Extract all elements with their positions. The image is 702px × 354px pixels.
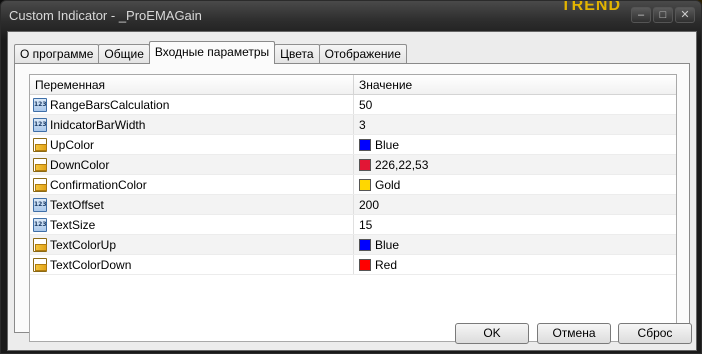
color-swatch (359, 258, 371, 271)
tab-visualization[interactable]: Отображение (318, 44, 407, 64)
window-title: Custom Indicator - _ProEMAGain (9, 8, 202, 23)
param-value: 200 (359, 197, 380, 212)
param-row-textoffset[interactable]: TextOffset 200 (30, 195, 676, 215)
param-value: Blue (375, 137, 400, 152)
grid-header: Переменная Значение (30, 75, 676, 95)
window-controls: – □ ✕ (631, 7, 695, 23)
ok-button[interactable]: OK (455, 323, 529, 344)
param-row-textcolordown[interactable]: TextColorDown Red (30, 255, 676, 275)
param-name-cell: ConfirmationColor (30, 175, 354, 194)
dialog-window: Custom Indicator - _ProEMAGain TREND – □… (0, 0, 702, 354)
minimize-button[interactable]: – (631, 7, 651, 23)
param-value-cell[interactable]: 50 (354, 95, 676, 114)
param-name-cell: InidcatorBarWidth (30, 115, 354, 134)
param-value-cell[interactable]: 15 (354, 215, 676, 234)
int-param-icon (33, 217, 47, 232)
title-bar[interactable]: Custom Indicator - _ProEMAGain TREND – □… (1, 1, 701, 31)
int-param-icon (33, 197, 47, 212)
color-swatch (359, 158, 371, 171)
param-value: Blue (375, 237, 400, 252)
param-name-cell: TextOffset (30, 195, 354, 214)
color-param-icon (33, 137, 47, 152)
color-swatch (359, 178, 371, 191)
color-swatch (359, 238, 371, 251)
color-param-icon (33, 237, 47, 252)
param-value: 15 (359, 217, 373, 232)
param-value-cell[interactable]: 200 (354, 195, 676, 214)
dialog-client-area: О программе Общие Входные параметры Цвет… (7, 31, 697, 351)
column-header-value[interactable]: Значение (354, 75, 676, 94)
close-button[interactable]: ✕ (675, 7, 695, 23)
param-row-upcolor[interactable]: UpColor Blue (30, 135, 676, 155)
param-value: Gold (375, 177, 401, 192)
grid-rows: RangeBarsCalculation 50 InidcatorBarWidth 3… (30, 95, 676, 275)
color-param-icon (33, 157, 47, 172)
cancel-button[interactable]: Отмена (537, 323, 611, 344)
tab-about[interactable]: О программе (14, 44, 100, 64)
param-value: 226,22,53 (375, 157, 429, 172)
param-value-cell[interactable]: Blue (354, 235, 676, 254)
param-name: TextColorDown (50, 257, 132, 272)
column-header-variable[interactable]: Переменная (30, 75, 354, 94)
param-value-cell[interactable]: Blue (354, 135, 676, 154)
tab-bar: О программе Общие Входные параметры Цвет… (14, 41, 407, 64)
param-value: 50 (359, 97, 373, 112)
param-value: 3 (359, 117, 366, 132)
param-name: RangeBarsCalculation (50, 97, 170, 112)
maximize-button[interactable]: □ (653, 7, 673, 23)
reset-button[interactable]: Сброс (618, 323, 692, 344)
tab-colors[interactable]: Цвета (274, 44, 320, 64)
param-name-cell: TextColorDown (30, 255, 354, 274)
int-param-icon (33, 97, 47, 112)
param-name: UpColor (50, 137, 95, 152)
param-name-cell: UpColor (30, 135, 354, 154)
param-value-cell[interactable]: 3 (354, 115, 676, 134)
param-name: TextColorUp (50, 237, 117, 252)
tab-common[interactable]: Общие (98, 44, 150, 64)
param-value-cell[interactable]: Gold (354, 175, 676, 194)
param-name-cell: TextSize (30, 215, 354, 234)
param-row-confirmationcolor[interactable]: ConfirmationColor Gold (30, 175, 676, 195)
inputs-panel: Переменная Значение RangeBarsCalculation… (14, 63, 690, 342)
int-param-icon (33, 117, 47, 132)
param-row-textsize[interactable]: TextSize 15 (30, 215, 676, 235)
param-name-cell: DownColor (30, 155, 354, 174)
parameters-grid: Переменная Значение RangeBarsCalculation… (29, 74, 677, 342)
param-name-cell: RangeBarsCalculation (30, 95, 354, 114)
color-swatch (359, 138, 371, 151)
tab-inputs[interactable]: Входные параметры (148, 41, 276, 64)
param-row-rangebarscalculation[interactable]: RangeBarsCalculation 50 (30, 95, 676, 115)
param-row-inidcatorbarwidth[interactable]: InidcatorBarWidth 3 (30, 115, 676, 135)
param-name: InidcatorBarWidth (50, 117, 146, 132)
param-name: TextOffset (50, 197, 104, 212)
background-brand-text: TREND (560, 0, 621, 14)
param-value-cell[interactable]: 226,22,53 (354, 155, 676, 174)
param-name-cell: TextColorUp (30, 235, 354, 254)
param-row-textcolorup[interactable]: TextColorUp Blue (30, 235, 676, 255)
param-value: Red (375, 257, 398, 272)
param-row-downcolor[interactable]: DownColor 226,22,53 (30, 155, 676, 175)
color-param-icon (33, 257, 47, 272)
param-name: DownColor (50, 157, 110, 172)
param-name: ConfirmationColor (50, 177, 147, 192)
param-value-cell[interactable]: Red (354, 255, 676, 274)
param-name: TextSize (50, 217, 96, 232)
color-param-icon (33, 177, 47, 192)
